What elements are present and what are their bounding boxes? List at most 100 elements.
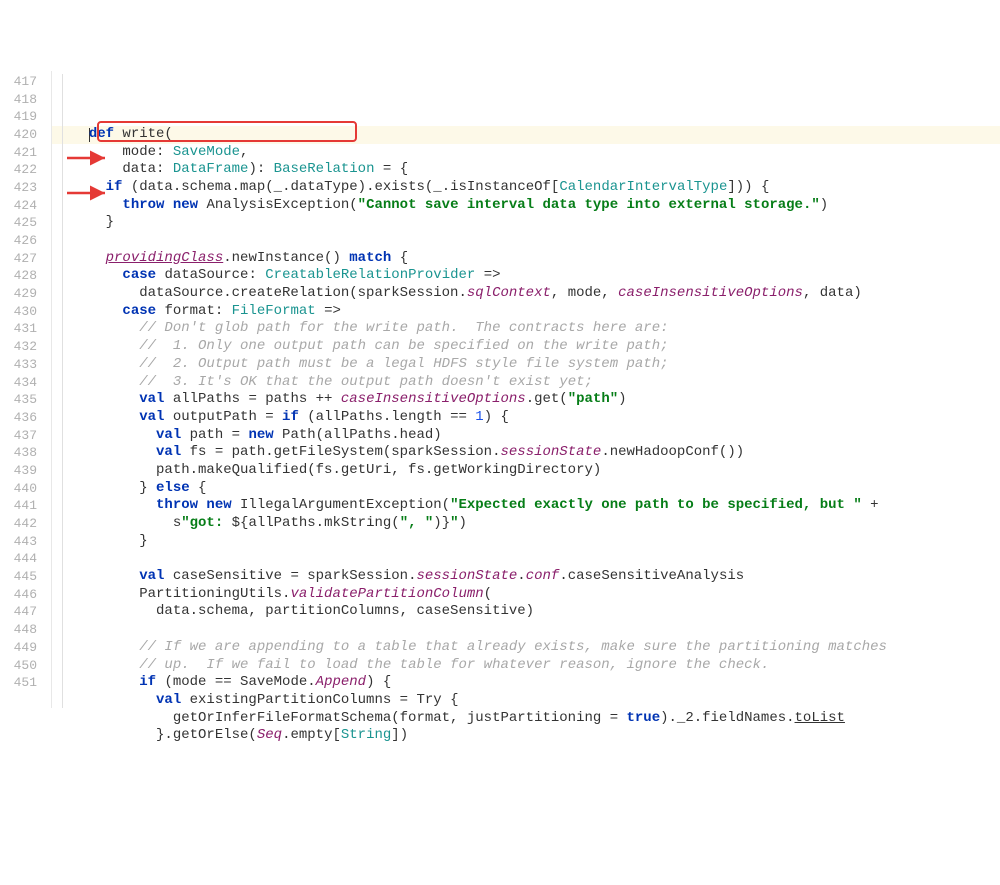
line-number: 418	[0, 91, 37, 109]
token-plain: {	[400, 250, 408, 266]
line-number: 420	[0, 126, 37, 144]
token-kw-if: if	[106, 179, 131, 195]
token-plain: (	[484, 586, 492, 602]
token-plain	[72, 639, 139, 655]
code-line[interactable]: }	[52, 533, 1000, 551]
code-line[interactable]: if (mode == SaveMode.Append) {	[52, 674, 1000, 692]
code-line[interactable]: // 3. It's OK that the output path doesn…	[52, 374, 1000, 392]
token-plain: existingPartitionColumns = Try {	[190, 692, 459, 708]
code-line[interactable]: val caseSensitive = sparkSession.session…	[52, 568, 1000, 586]
token-plain: IllegalArgumentException(	[240, 497, 450, 513]
token-string: ", "	[400, 515, 434, 531]
token-plain: .empty[	[282, 727, 341, 743]
code-line[interactable]: case format: FileFormat =>	[52, 303, 1000, 321]
code-line[interactable]: def write(	[52, 126, 1000, 144]
token-plain: .caseSensitiveAnalysis	[559, 568, 744, 584]
code-line[interactable]: throw new AnalysisException("Cannot save…	[52, 197, 1000, 215]
token-plain: ) {	[484, 409, 509, 425]
token-comment: // Don't glob path for the write path. T…	[139, 320, 668, 336]
token-kw-val: val	[139, 568, 173, 584]
line-number: 430	[0, 303, 37, 321]
code-line[interactable]: providingClass.newInstance() match {	[52, 250, 1000, 268]
code-area[interactable]: def write( mode: SaveMode, data: DataFra…	[52, 71, 1000, 708]
token-plain: }	[72, 214, 114, 230]
token-plain	[72, 657, 139, 673]
token-comment: // 2. Output path must be a legal HDFS s…	[139, 356, 668, 372]
code-line[interactable]: case dataSource: CreatableRelationProvid…	[52, 267, 1000, 285]
token-plain: {	[198, 480, 206, 496]
code-line[interactable]	[52, 232, 1000, 250]
token-plain: )	[459, 515, 467, 531]
token-field: Append	[316, 674, 366, 690]
line-number: 425	[0, 214, 37, 232]
token-underline: toList	[795, 710, 845, 726]
code-line[interactable]: // Don't glob path for the write path. T…	[52, 320, 1000, 338]
code-line[interactable]: getOrInferFileFormatSchema(format, justP…	[52, 710, 1000, 728]
code-line[interactable]: data: DataFrame): BaseRelation = {	[52, 161, 1000, 179]
code-line[interactable]: // up. If we fail to load the table for …	[52, 657, 1000, 675]
token-string: "	[450, 515, 458, 531]
token-plain: .	[517, 568, 525, 584]
code-line[interactable]	[52, 621, 1000, 639]
token-plain	[72, 303, 122, 319]
token-string: "Cannot save interval data type into ext…	[358, 197, 820, 213]
token-field: caseInsensitiveOptions	[618, 285, 803, 301]
line-number: 449	[0, 639, 37, 657]
code-line[interactable]: PartitioningUtils.validatePartitionColum…	[52, 586, 1000, 604]
token-plain: PartitioningUtils.	[72, 586, 290, 602]
line-number: 448	[0, 621, 37, 639]
token-kw-val: val	[156, 444, 190, 460]
token-num: 1	[475, 409, 483, 425]
token-type: CalendarIntervalType	[559, 179, 727, 195]
code-line[interactable]	[52, 550, 1000, 568]
code-line[interactable]: }.getOrElse(Seq.empty[String])	[52, 727, 1000, 745]
token-plain: .newInstance()	[223, 250, 349, 266]
token-plain: .isInstanceOf[	[442, 179, 560, 195]
code-line[interactable]: data.schema, partitionColumns, caseSensi…	[52, 603, 1000, 621]
code-line[interactable]: if (data.schema.map(_.dataType).exists(_…	[52, 179, 1000, 197]
token-plain: path =	[190, 427, 249, 443]
line-number: 427	[0, 250, 37, 268]
line-number: 423	[0, 179, 37, 197]
token-plain	[72, 179, 106, 195]
line-number: 450	[0, 657, 37, 675]
code-line[interactable]: s"got: ${allPaths.mkString(", ")}")	[52, 515, 1000, 533]
line-number: 441	[0, 497, 37, 515]
code-line[interactable]: mode: SaveMode,	[52, 144, 1000, 162]
code-line[interactable]: val existingPartitionColumns = Try {	[52, 692, 1000, 710]
token-plain: allPaths.mkString(	[248, 515, 399, 531]
code-line[interactable]: // If we are appending to a table that a…	[52, 639, 1000, 657]
code-line[interactable]: path.makeQualified(fs.getUri, fs.getWork…	[52, 462, 1000, 480]
line-number: 426	[0, 232, 37, 250]
code-line[interactable]: val fs = path.getFileSystem(sparkSession…	[52, 444, 1000, 462]
token-plain: .dataType).exists(	[282, 179, 433, 195]
line-number: 437	[0, 427, 37, 445]
token-plain	[72, 444, 156, 460]
token-plain: ):	[248, 161, 273, 177]
code-editor[interactable]: 4174184194204214224234244254264274284294…	[0, 71, 1000, 708]
code-line[interactable]: dataSource.createRelation(sparkSession.s…	[52, 285, 1000, 303]
token-plain: ,	[240, 144, 248, 160]
token-plain	[72, 497, 156, 513]
code-line[interactable]: // 1. Only one output path can be specif…	[52, 338, 1000, 356]
token-plain: dataSource:	[164, 267, 265, 283]
token-type: String	[341, 727, 391, 743]
code-line[interactable]: } else {	[52, 480, 1000, 498]
token-kw-throw: throw new	[156, 497, 240, 513]
code-line[interactable]: }	[52, 214, 1000, 232]
line-number: 442	[0, 515, 37, 533]
token-string: "Expected exactly one path to be specifi…	[450, 497, 862, 513]
token-plain: +	[862, 497, 879, 513]
code-line[interactable]: val outputPath = if (allPaths.length == …	[52, 409, 1000, 427]
gutter-line-numbers: 4174184194204214224234244254264274284294…	[0, 71, 52, 708]
code-line[interactable]: val path = new Path(allPaths.head)	[52, 427, 1000, 445]
line-number: 424	[0, 197, 37, 215]
token-plain: )._2.fieldNames.	[660, 710, 794, 726]
line-number: 433	[0, 356, 37, 374]
line-number: 432	[0, 338, 37, 356]
code-line[interactable]: // 2. Output path must be a legal HDFS s…	[52, 356, 1000, 374]
code-line[interactable]: throw new IllegalArgumentException("Expe…	[52, 497, 1000, 515]
line-number: 431	[0, 320, 37, 338]
code-line[interactable]: val allPaths = paths ++ caseInsensitiveO…	[52, 391, 1000, 409]
token-kw-new: new	[248, 427, 282, 443]
